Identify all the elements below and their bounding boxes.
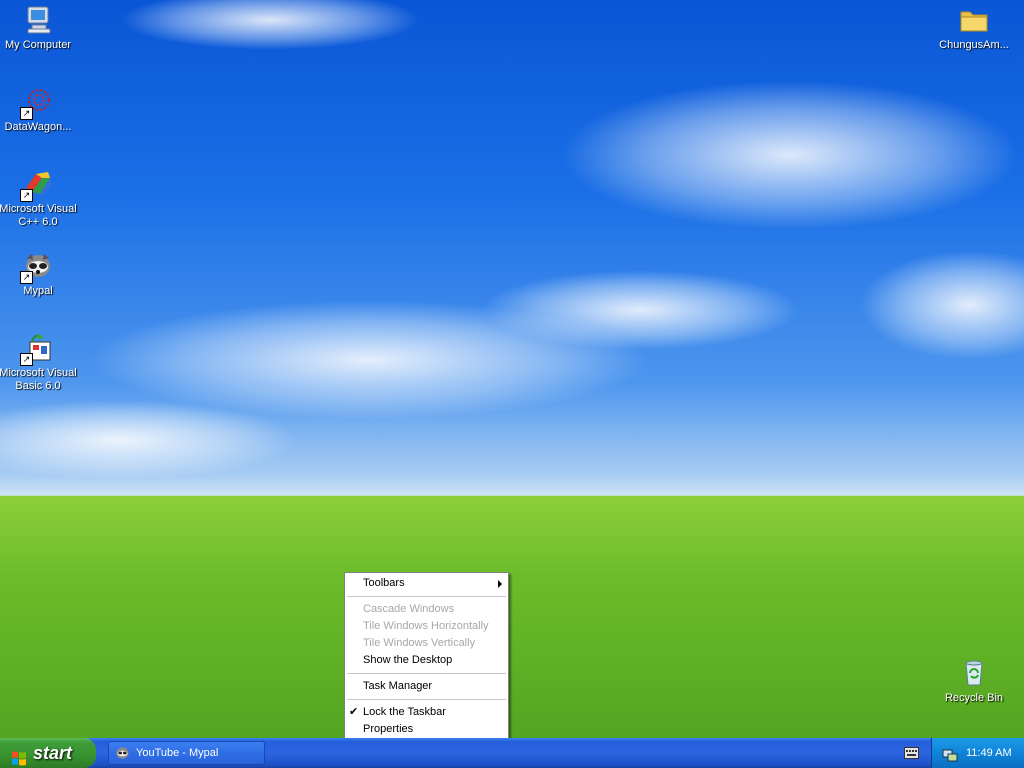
menu-item-cascade-windows: Cascade Windows: [345, 601, 508, 618]
desktop-icon-recycle-bin[interactable]: Recycle Bin: [934, 657, 1014, 705]
datawagon-icon: ↗: [20, 86, 54, 120]
menu-item-label: Show the Desktop: [363, 654, 453, 666]
submenu-arrow-icon: [498, 580, 502, 588]
desktop-icon-visual-cpp[interactable]: ↗ Microsoft Visual C++ 6.0: [0, 168, 78, 229]
menu-item-label: Toolbars: [363, 577, 405, 589]
wallpaper-cloud: [0, 400, 300, 480]
my-computer-icon: [22, 4, 54, 36]
visual-cpp-icon: ↗: [20, 168, 54, 202]
mypal-icon: [115, 746, 130, 760]
start-button[interactable]: start: [0, 738, 96, 768]
menu-item-label: Tile Windows Vertically: [363, 637, 476, 649]
system-tray: 11:49 AM: [931, 738, 1024, 768]
menu-separator: [347, 596, 506, 597]
desktop-icon-mypal[interactable]: ↗ Mypal: [0, 250, 78, 298]
shortcut-arrow-icon: ↗: [20, 353, 33, 366]
menu-item-tile-horizontally: Tile Windows Horizontally: [345, 618, 508, 635]
menu-item-label: Lock the Taskbar: [363, 706, 446, 718]
shortcut-arrow-icon: ↗: [20, 107, 33, 120]
menu-separator: [347, 673, 506, 674]
desktop-icon-label: Recycle Bin: [944, 692, 1004, 704]
shortcut-arrow-icon: ↗: [20, 189, 33, 202]
desktop-icon-label: Mypal: [23, 285, 53, 297]
menu-item-show-desktop[interactable]: Show the Desktop: [345, 652, 508, 669]
clock[interactable]: 11:49 AM: [966, 738, 1012, 768]
wallpaper-cloud: [860, 250, 1024, 360]
menu-item-label: Cascade Windows: [363, 603, 455, 615]
menu-separator: [347, 699, 506, 700]
menu-item-tile-vertically: Tile Windows Vertically: [345, 635, 508, 652]
desktop-icon-visual-basic[interactable]: ↗ Microsoft Visual Basic 6.0: [0, 332, 78, 393]
wallpaper-cloud: [120, 0, 420, 50]
windows-logo-icon: [11, 745, 27, 766]
menu-item-properties[interactable]: Properties: [345, 721, 508, 738]
taskbar[interactable]: start YouTube - Mypal 11:49 AM: [0, 738, 1024, 768]
menu-item-label: Properties: [363, 723, 414, 735]
shortcut-arrow-icon: ↗: [20, 271, 33, 284]
recycle-bin-icon: [958, 657, 990, 689]
network-icon[interactable]: [942, 745, 958, 762]
desktop-icon-label: DataWagon...: [4, 121, 72, 133]
taskbar-button-youtube-mypal[interactable]: YouTube - Mypal: [108, 741, 265, 765]
wallpaper-cloud: [560, 80, 1020, 230]
desktop-icon-label: Microsoft Visual Basic 6.0: [0, 367, 77, 392]
keyboard-icon[interactable]: [904, 746, 919, 759]
taskbar-context-menu: Toolbars Cascade Windows Tile Windows Ho…: [344, 572, 509, 741]
desktop[interactable]: My Computer ↗ DataWagon... ↗ Microsoft V…: [0, 0, 1024, 768]
desktop-icon-my-computer[interactable]: My Computer: [0, 4, 78, 52]
menu-item-lock-taskbar[interactable]: ✔ Lock the Taskbar: [345, 704, 508, 721]
taskbar-button-label: YouTube - Mypal: [136, 747, 219, 759]
mypal-icon: ↗: [20, 250, 54, 284]
menu-item-label: Tile Windows Horizontally: [363, 620, 489, 632]
folder-icon: [958, 4, 990, 36]
menu-item-label: Task Manager: [363, 680, 433, 692]
desktop-icon-datawagon[interactable]: ↗ DataWagon...: [0, 86, 78, 134]
desktop-icon-label: My Computer: [4, 39, 72, 51]
desktop-icon-label: ChungusAm...: [939, 39, 1009, 51]
desktop-icon-chungusam-folder[interactable]: ChungusAm...: [934, 4, 1014, 52]
wallpaper-cloud: [90, 300, 650, 420]
wallpaper-cloud: [480, 270, 800, 350]
desktop-icon-label: Microsoft Visual C++ 6.0: [0, 203, 77, 228]
menu-item-toolbars[interactable]: Toolbars: [345, 575, 508, 592]
visual-basic-icon: ↗: [20, 332, 54, 366]
checkmark-icon: ✔: [349, 706, 359, 718]
menu-item-task-manager[interactable]: Task Manager: [345, 678, 508, 695]
start-label: start: [33, 743, 73, 763]
